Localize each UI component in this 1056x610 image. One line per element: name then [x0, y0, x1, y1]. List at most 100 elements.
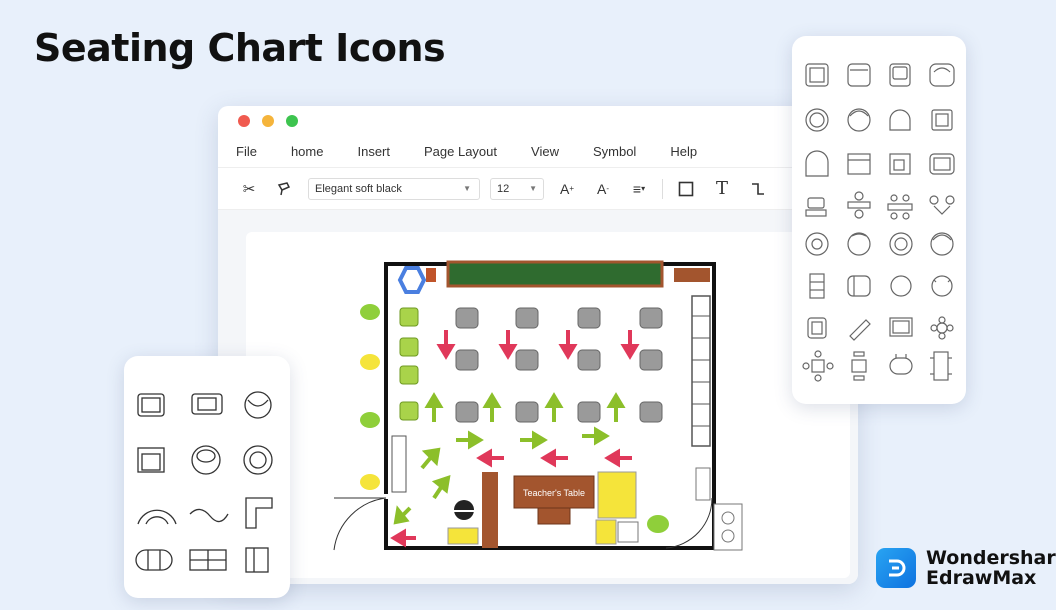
arch-chair-icon — [805, 150, 829, 177]
green-chair — [399, 401, 419, 421]
minimize-window-button[interactable] — [262, 115, 274, 127]
sink — [713, 503, 743, 551]
round-chair-icon — [244, 391, 272, 419]
font-size-value: 12 — [497, 182, 510, 195]
toolbar-divider — [662, 178, 663, 199]
tv-icon — [889, 317, 913, 337]
round-chair-icon — [847, 232, 871, 256]
student-desk — [515, 349, 539, 371]
floorplan-drawing[interactable]: Teacher's Table — [246, 232, 850, 578]
text-icon[interactable]: T — [709, 176, 735, 202]
student-desk — [577, 401, 601, 423]
font-size-select[interactable]: 12 ▼ — [490, 177, 544, 200]
format-painter-icon[interactable] — [272, 176, 298, 202]
round-table-icon — [805, 232, 829, 256]
font-decrease-icon[interactable]: A- — [590, 176, 616, 202]
close-window-button[interactable] — [238, 115, 250, 127]
chair-top-icon — [805, 63, 829, 87]
circle-icon — [890, 275, 912, 297]
teacher-table-label: Teacher's Table — [523, 488, 585, 498]
flower-table-icon — [930, 316, 954, 340]
brand-lockup: Wondershare EdrawMax — [876, 548, 1056, 588]
round-armchair-icon — [847, 108, 871, 132]
brand-name-line1: Wondershare — [926, 547, 1056, 569]
font-increase-icon[interactable]: A + — [554, 176, 580, 202]
round-table-icon — [889, 232, 913, 256]
sofa-top-icon — [929, 153, 955, 175]
font-family-select[interactable]: Elegant soft black ▼ — [308, 177, 480, 200]
menu-symbol[interactable]: Symbol — [593, 144, 636, 159]
sectional-sofa-icon — [245, 497, 273, 529]
round-armchair-icon — [930, 232, 954, 256]
sofa-icon — [191, 393, 223, 415]
cut-icon[interactable]: ✂ — [236, 176, 262, 202]
student-desk — [577, 307, 601, 329]
partition — [482, 472, 498, 548]
left-icon-grid — [135, 391, 273, 573]
menu-view[interactable]: View — [531, 144, 559, 159]
cabinet-icon — [245, 547, 269, 573]
menu-page-layout[interactable]: Page Layout — [424, 144, 497, 159]
board-side — [426, 268, 436, 282]
canvas-area: Teacher's Table — [218, 210, 858, 584]
student-desk — [639, 401, 663, 423]
chair-top-icon — [889, 63, 911, 87]
dining-set-icon — [851, 351, 867, 381]
titlebar — [218, 106, 858, 136]
rectangle-icon[interactable] — [673, 176, 699, 202]
table-grid-icon — [189, 549, 227, 571]
bench — [391, 435, 407, 493]
edrawmax-logo-icon — [876, 548, 916, 588]
dome-chair-icon — [889, 109, 911, 131]
student-desk — [639, 307, 663, 329]
bunk-icon — [809, 273, 825, 299]
connector-icon[interactable] — [745, 176, 771, 202]
curved-sofa-icon — [137, 509, 177, 525]
left-icon-panel — [124, 356, 290, 598]
long-table-icon — [930, 351, 952, 381]
canvas-paper: Teacher's Table — [246, 232, 850, 578]
chair-square-icon — [137, 393, 165, 417]
gear-chair-icon — [243, 445, 273, 475]
align-icon[interactable]: ≡ ▾ — [626, 176, 652, 202]
plant — [360, 412, 380, 428]
menu-help[interactable]: Help — [670, 144, 697, 159]
small-cabinet — [695, 467, 711, 501]
right-door-swing — [665, 497, 713, 549]
dice-table — [617, 521, 639, 543]
dining-set-icon — [802, 350, 834, 382]
student-desk — [639, 349, 663, 371]
brand-name-line2: EdrawMax — [926, 567, 1037, 589]
hexagon-table — [397, 266, 427, 294]
chair-side-icon — [807, 317, 827, 339]
yellow-box — [595, 519, 617, 545]
conference-table-icon — [889, 354, 913, 375]
cabinet — [674, 268, 710, 282]
student-desk — [577, 349, 601, 371]
right-icon-panel — [792, 36, 966, 404]
bookshelf — [691, 295, 711, 447]
student-desk — [515, 401, 539, 423]
table-four-chairs-icon — [887, 194, 913, 220]
chalkboard — [446, 260, 664, 288]
menu-file[interactable]: File — [236, 144, 257, 159]
maximize-window-button[interactable] — [286, 115, 298, 127]
beanbag — [360, 354, 380, 370]
page-title: Seating Chart Icons — [34, 26, 446, 70]
armchair-top-icon — [929, 63, 955, 87]
plant — [360, 304, 380, 320]
box-chair-icon — [931, 109, 953, 131]
round-seat-icon — [931, 275, 953, 297]
menu-insert[interactable]: Insert — [357, 144, 390, 159]
menu-home[interactable]: home — [291, 144, 324, 159]
table-two-chairs-icon — [847, 191, 871, 219]
student-desk — [455, 401, 479, 423]
student-desk — [455, 307, 479, 329]
round-chair-icon — [805, 108, 829, 132]
toolbar: ✂ Elegant soft black ▼ 12 ▼ A + A- ≡ ▾ T — [218, 168, 858, 210]
right-icon-grid — [802, 63, 955, 382]
chair-top-icon — [847, 63, 871, 87]
student-desk — [455, 349, 479, 371]
round-seat-icon — [191, 445, 221, 475]
table-rect-icon — [889, 153, 911, 175]
